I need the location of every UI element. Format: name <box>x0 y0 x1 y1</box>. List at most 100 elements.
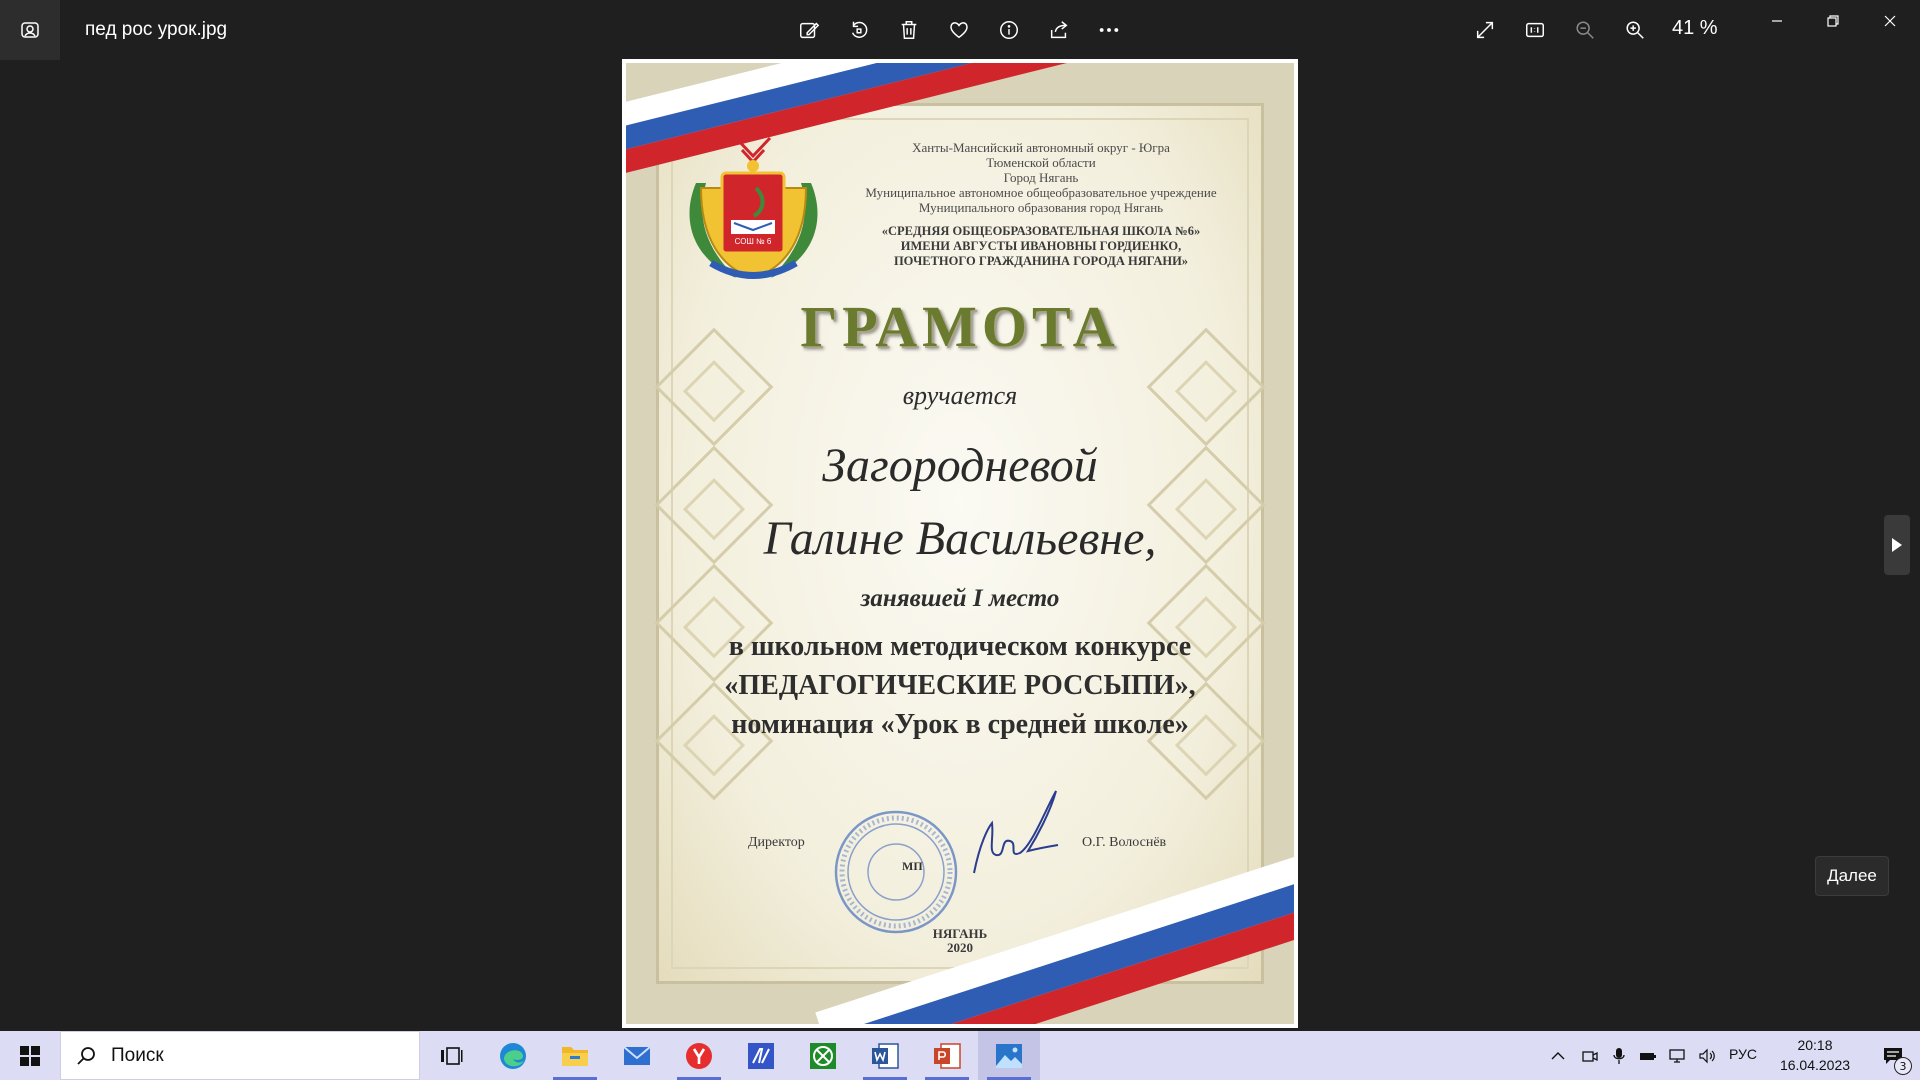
info-icon <box>1000 21 1018 39</box>
minimize-icon <box>1772 20 1782 22</box>
file-name: пед рос урок.jpg <box>85 19 228 40</box>
notification-badge: 3 <box>1894 1057 1912 1075</box>
clock-date: 16.04.2023 <box>1779 1057 1851 1073</box>
share-button[interactable] <box>1041 12 1077 48</box>
header-line: Город Нягань <box>1003 170 1079 185</box>
folder-icon <box>562 1046 588 1066</box>
share-icon <box>1050 21 1068 39</box>
edit-image-icon <box>800 22 820 39</box>
tray-network[interactable] <box>1664 1031 1690 1080</box>
delete-button[interactable] <box>891 12 927 48</box>
director-label: Директор <box>748 835 805 850</box>
task-view-button[interactable] <box>420 1031 482 1080</box>
photos-app-icon[interactable] <box>0 0 60 60</box>
recipient-given-name: Галине Васильевне, <box>763 512 1157 565</box>
city-name: НЯГАНЬ <box>932 926 988 941</box>
contest-nomination: номинация «Урок в средней школе» <box>731 709 1189 740</box>
taskbar-clock[interactable]: 20:18 16.04.2023 <box>1770 1035 1860 1075</box>
battery-icon <box>1640 1052 1656 1060</box>
tray-microphone[interactable] <box>1606 1031 1632 1080</box>
zoom-in-icon <box>1626 21 1644 39</box>
more-options-button[interactable] <box>1091 12 1127 48</box>
certificate-title: ГРАМОТА <box>800 294 1120 359</box>
photo-canvas[interactable]: СОШ № 6 Ханты-Мансийский автономный окру… <box>622 59 1298 1028</box>
windows-icon <box>20 1045 40 1066</box>
tray-volume[interactable] <box>1693 1031 1721 1080</box>
mail-icon <box>623 1045 651 1065</box>
stamp-label: МП <box>902 859 923 873</box>
certificate-awarded: вручается <box>902 381 1018 410</box>
stamp-icon <box>834 810 958 934</box>
tray-meet-button[interactable] <box>1577 1031 1603 1080</box>
powerpoint-icon <box>934 1042 961 1069</box>
taskbar-photos[interactable] <box>978 1031 1040 1080</box>
taskbar-mail[interactable] <box>606 1031 668 1080</box>
taskbar-xbox[interactable] <box>792 1031 854 1080</box>
zoom-level: 41 % <box>1672 17 1718 39</box>
taskbar-search[interactable] <box>60 1031 420 1080</box>
math-app-icon <box>748 1042 774 1069</box>
word-icon <box>872 1042 899 1069</box>
notification-center-button[interactable]: 3 <box>1866 1031 1920 1080</box>
school-emblem-icon: СОШ № 6 <box>689 136 818 280</box>
favorite-button[interactable] <box>941 12 977 48</box>
trash-icon <box>901 21 917 39</box>
chevron-up-icon <box>1551 1051 1565 1059</box>
task-view-icon <box>441 1046 463 1065</box>
photos-icon <box>21 22 39 38</box>
zoom-out-icon <box>1576 21 1594 39</box>
heart-icon <box>950 22 968 39</box>
actual-size-icon <box>1526 22 1544 38</box>
header-line: Тюменской области <box>986 155 1096 170</box>
rotate-button[interactable] <box>841 12 877 48</box>
search-input[interactable] <box>111 1044 391 1067</box>
contest-name: «ПЕДАГОГИЧЕСКИЕ РОССЫПИ», <box>724 670 1196 701</box>
taskbar-powerpoint[interactable] <box>916 1031 978 1080</box>
close-icon <box>1884 15 1896 27</box>
microphone-icon <box>1613 1047 1625 1064</box>
more-icon <box>1099 28 1119 32</box>
search-icon <box>77 1046 95 1065</box>
camera-icon <box>1582 1050 1598 1062</box>
emblem-label: СОШ № 6 <box>735 237 772 246</box>
edit-image-button[interactable] <box>791 12 827 48</box>
rotate-icon <box>851 21 868 38</box>
yandex-browser-icon <box>686 1042 712 1069</box>
title-bar: пед рос урок.jpg 41 % <box>0 0 1920 60</box>
taskbar-edge[interactable] <box>482 1031 544 1080</box>
full-screen-button[interactable] <box>1467 12 1503 48</box>
certificate-city: НЯГАНЬ 2020 <box>626 927 1294 955</box>
restore-button[interactable] <box>1813 6 1853 36</box>
school-name: «СРЕДНЯЯ ОБЩЕОБРАЗОВАТЕЛЬНАЯ ШКОЛА №6» И… <box>846 224 1236 269</box>
taskbar-word[interactable] <box>854 1031 916 1080</box>
certificate-year: 2020 <box>947 940 973 955</box>
certificate-header: Ханты-Мансийский автономный округ - Югра… <box>826 140 1256 215</box>
school-name-line: ПОЧЕТНОГО ГРАЖДАНИНА ГОРОДА НЯГАНИ» <box>893 254 1189 268</box>
next-tooltip: Далее <box>1815 856 1889 896</box>
show-hidden-icons-button[interactable] <box>1545 1031 1571 1080</box>
certificate-place: занявшей I место <box>860 585 1060 612</box>
info-button[interactable] <box>991 12 1027 48</box>
expand-icon <box>1476 21 1494 39</box>
actual-size-button[interactable] <box>1517 12 1553 48</box>
taskbar-yandex-browser[interactable] <box>668 1031 730 1080</box>
network-icon <box>1669 1048 1685 1063</box>
zoom-in-button[interactable] <box>1617 12 1653 48</box>
start-button[interactable] <box>0 1031 60 1080</box>
director-name: О.Г. Волоснёв <box>1082 835 1167 850</box>
header-line: Муниципального образования город Нягань <box>918 200 1164 215</box>
minimize-button[interactable] <box>1757 6 1797 36</box>
photos-icon <box>996 1043 1022 1068</box>
photos-app-window: пед рос урок.jpg 41 % СОШ № 6 Ханты-Манс… <box>0 0 1920 1031</box>
close-button[interactable] <box>1870 6 1910 36</box>
school-name-line: ИМЕНИ АВГУСТЫ ИВАНОВНЫ ГОРДИЕНКО, <box>900 239 1182 253</box>
contest-line: в школьном методическом конкурсе <box>728 631 1192 662</box>
input-language[interactable]: РУС <box>1729 1046 1757 1062</box>
clock-time: 20:18 <box>1797 1037 1833 1053</box>
next-photo-button[interactable] <box>1884 515 1910 575</box>
tray-battery[interactable] <box>1635 1031 1661 1080</box>
zoom-out-button[interactable] <box>1567 12 1603 48</box>
taskbar-math-app[interactable] <box>730 1031 792 1080</box>
taskbar-file-explorer[interactable] <box>544 1031 606 1080</box>
recipient-surname: Загородневой <box>822 439 1098 492</box>
